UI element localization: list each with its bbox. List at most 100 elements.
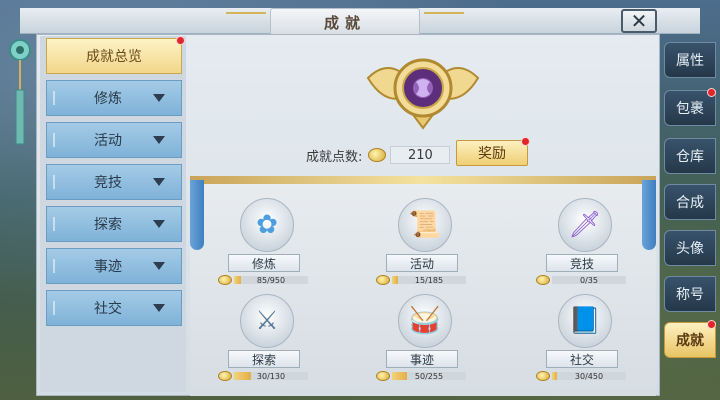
nav-deco	[53, 133, 63, 147]
tab-label: 头像	[676, 241, 704, 257]
achievement-coin-icon	[218, 371, 232, 381]
category-label: 探索	[228, 350, 300, 368]
close-button[interactable]: ✕	[621, 9, 657, 33]
nav-deco	[53, 175, 63, 189]
progress-bar: 0/35	[552, 275, 626, 285]
achievement-emblem-icon	[366, 58, 480, 130]
progress-text: 30/130	[256, 371, 286, 381]
progress-text: 30/450	[574, 371, 604, 381]
tab-label: 合成	[676, 195, 704, 211]
progress-fill	[392, 276, 398, 284]
tab-label: 成就	[676, 333, 704, 349]
notification-badge	[707, 88, 716, 97]
progress-text: 15/185	[414, 275, 444, 285]
jade-pendant-icon	[9, 39, 31, 145]
chevron-down-icon	[153, 94, 165, 102]
achievement-coin-icon	[368, 148, 387, 162]
tab-label: 包裹	[676, 101, 704, 117]
achievement-coin-icon	[376, 371, 390, 381]
category-progress: 0/35	[536, 274, 626, 286]
progress-bar: 30/450	[552, 371, 626, 381]
chevron-down-icon	[153, 220, 165, 228]
close-icon: ✕	[630, 9, 648, 33]
progress-bar: 15/185	[392, 275, 466, 285]
nav-item-label: 修炼	[94, 91, 122, 107]
category-progress: 30/130	[218, 370, 308, 382]
progress-text: 50/255	[414, 371, 444, 381]
progress-text: 85/950	[256, 275, 286, 285]
nav-item-activity[interactable]: 活动	[46, 122, 182, 158]
tab-label: 称号	[676, 287, 704, 303]
nav-deco	[53, 301, 63, 315]
grid-top-ornament	[190, 176, 656, 184]
category-deeds[interactable]: 🥁 事迹 50/255	[376, 294, 466, 384]
category-label: 修炼	[228, 254, 300, 272]
tab-synthesis[interactable]: 合成	[664, 184, 716, 220]
chevron-down-icon	[153, 304, 165, 312]
category-progress: 50/255	[376, 370, 466, 382]
points-label: 成就点数:	[306, 149, 363, 165]
category-progress: 30/450	[536, 370, 626, 382]
nav-item-label: 竞技	[94, 175, 122, 191]
lotus-icon: ✿	[240, 198, 294, 252]
nav-item-arena[interactable]: 竞技	[46, 164, 182, 200]
category-label: 社交	[546, 350, 618, 368]
nav-item-label: 成就总览	[86, 49, 142, 65]
nav-deco	[53, 259, 63, 273]
chevron-down-icon	[153, 178, 165, 186]
category-progress: 15/185	[376, 274, 466, 286]
chevron-down-icon	[153, 136, 165, 144]
category-explore[interactable]: ⚔ 探索 30/130	[218, 294, 308, 384]
title-wing-right	[424, 12, 464, 28]
title-wing-left	[226, 12, 266, 28]
nav-item-label: 探索	[94, 217, 122, 233]
tab-label: 属性	[676, 53, 704, 69]
category-arena[interactable]: 🗡 竞技 0/35	[536, 198, 626, 288]
nav-item-deeds[interactable]: 事迹	[46, 248, 182, 284]
nav-item-explore[interactable]: 探索	[46, 206, 182, 242]
category-activity[interactable]: 📜 活动 15/185	[376, 198, 466, 288]
category-label: 竞技	[546, 254, 618, 272]
progress-fill	[552, 372, 557, 380]
achievement-points-row: 成就点数: 210	[306, 145, 451, 165]
curtain-left	[190, 180, 204, 250]
sword-icon: 🗡	[558, 198, 612, 252]
progress-bar: 85/950	[234, 275, 308, 285]
nav-item-social[interactable]: 社交	[46, 290, 182, 326]
reward-button-label: 奖励	[478, 146, 506, 162]
points-value: 210	[390, 146, 451, 164]
nav-item-cultivation[interactable]: 修炼	[46, 80, 182, 116]
nav-item-label: 事迹	[94, 259, 122, 275]
notification-badge	[707, 320, 716, 329]
notification-badge	[521, 137, 530, 146]
category-social[interactable]: 📘 社交 30/450	[536, 294, 626, 384]
progress-fill	[234, 276, 241, 284]
scroll-icon: 📜	[398, 198, 452, 252]
nav-deco	[53, 217, 63, 231]
progress-text: 0/35	[580, 275, 598, 285]
window-title: 成就	[270, 8, 420, 36]
tab-attributes[interactable]: 属性	[664, 42, 716, 78]
chevron-down-icon	[153, 262, 165, 270]
tab-title[interactable]: 称号	[664, 276, 716, 312]
category-progress: 85/950	[218, 274, 308, 286]
achievement-coin-icon	[376, 275, 390, 285]
progress-bar: 30/130	[234, 371, 308, 381]
category-label: 事迹	[386, 350, 458, 368]
notification-badge	[176, 36, 185, 45]
reward-button[interactable]: 奖励	[456, 140, 528, 166]
category-label: 活动	[386, 254, 458, 272]
nav-item-overview[interactable]: 成就总览	[46, 38, 182, 74]
achievement-coin-icon	[536, 371, 550, 381]
progress-bar: 50/255	[392, 371, 466, 381]
drum-icon: 🥁	[398, 294, 452, 348]
crossed-swords-icon: ⚔	[240, 294, 294, 348]
tab-avatar[interactable]: 头像	[664, 230, 716, 266]
curtain-right	[642, 180, 656, 250]
tab-warehouse[interactable]: 仓库	[664, 138, 716, 174]
progress-fill	[392, 372, 407, 380]
achievement-coin-icon	[218, 275, 232, 285]
nav-item-label: 活动	[94, 133, 122, 149]
achievement-coin-icon	[536, 275, 550, 285]
category-cultivation[interactable]: ✿ 修炼 85/950	[218, 198, 308, 288]
